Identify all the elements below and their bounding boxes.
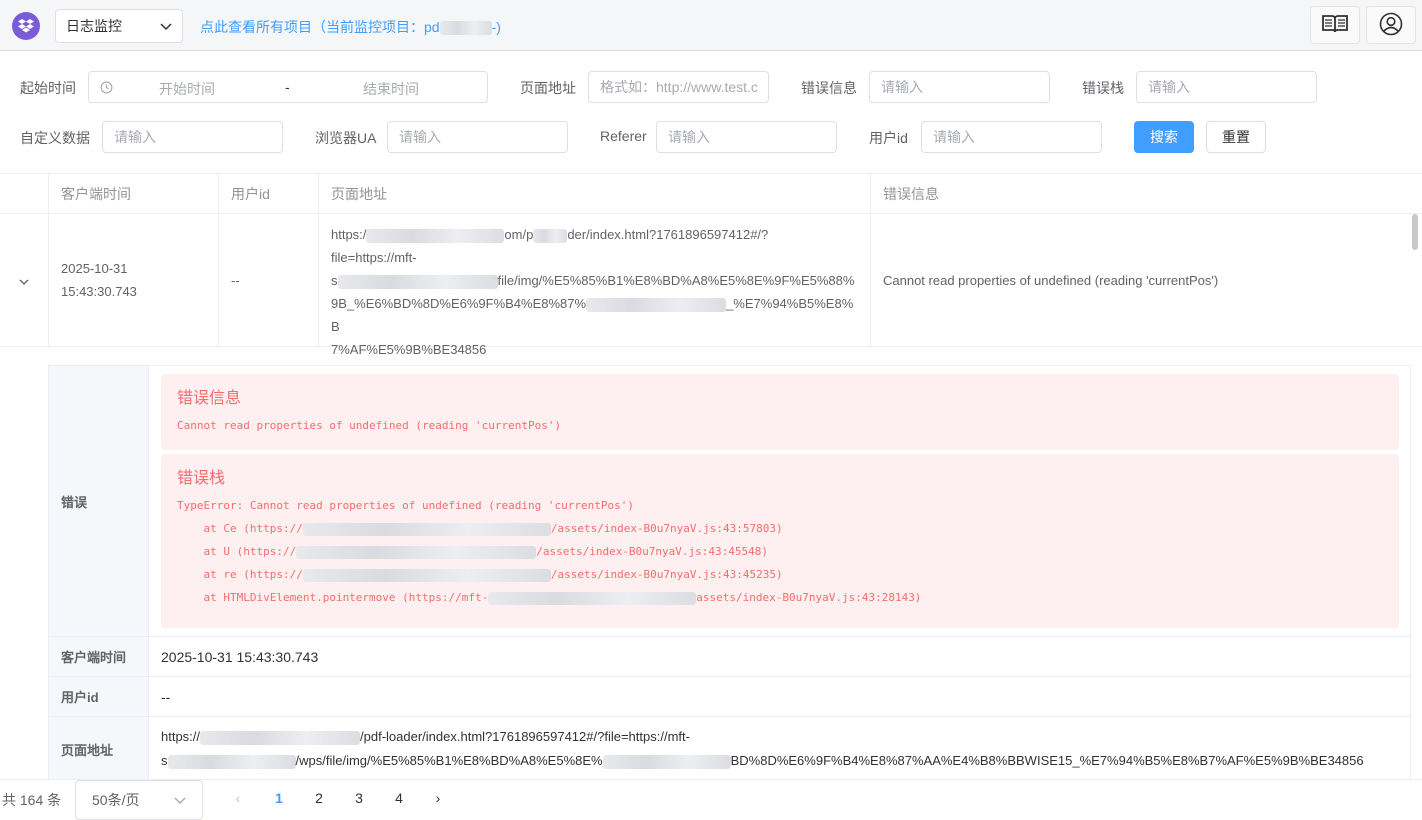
redacted-blur bbox=[586, 297, 727, 312]
detail-client-time-value: 2025-10-31 15:43:30.743 bbox=[149, 637, 1410, 677]
redacted-blur bbox=[439, 21, 492, 36]
detail-error-label: 错误 bbox=[49, 366, 149, 637]
expand-column-header bbox=[0, 174, 49, 214]
user-circle-icon bbox=[1379, 12, 1403, 39]
error-stack-label: 错误栈 bbox=[1082, 80, 1124, 96]
app-select[interactable]: 日志监控 bbox=[55, 9, 183, 43]
browser-ua-input[interactable]: 请输入 bbox=[387, 121, 568, 153]
custom-data-label: 自定义数据 bbox=[20, 130, 90, 146]
column-header-page-url[interactable]: 页面地址 bbox=[319, 174, 871, 214]
redacted-blur bbox=[200, 730, 361, 745]
error-info-title: 错误信息 bbox=[177, 390, 242, 407]
page-2-button[interactable]: 2 bbox=[307, 790, 331, 806]
referer-label: Referer bbox=[600, 128, 647, 144]
redacted-blur bbox=[488, 591, 697, 605]
redacted-blur bbox=[533, 228, 568, 243]
time-label: 起始时间 bbox=[20, 80, 76, 96]
table-row-error-info: Cannot read properties of undefined (rea… bbox=[871, 214, 1422, 347]
error-info-text: Cannot read properties of undefined (rea… bbox=[177, 419, 562, 432]
stack-line: at U (https:///assets/index-B0u7nyaV.js:… bbox=[177, 545, 769, 559]
page-3-button[interactable]: 3 bbox=[347, 790, 371, 806]
stack-line: at HTMLDivElement.pointermove (https://m… bbox=[177, 591, 922, 605]
error-info-label: 错误信息 bbox=[801, 80, 857, 96]
redacted-blur bbox=[337, 274, 498, 289]
user-id-input[interactable]: 请输入 bbox=[921, 121, 1102, 153]
expand-toggle[interactable] bbox=[0, 214, 49, 347]
page-1-button[interactable]: 1 bbox=[267, 790, 291, 806]
page-4-button[interactable]: 4 bbox=[387, 790, 411, 806]
error-stack-box: 错误栈 TypeError: Cannot read properties of… bbox=[161, 454, 1399, 628]
column-header-user-id[interactable]: 用户id bbox=[219, 174, 319, 214]
next-page-button[interactable]: › bbox=[426, 790, 450, 806]
pagination-total: 共 164 条 bbox=[2, 792, 62, 808]
app-select-value: 日志监控 bbox=[66, 18, 122, 34]
book-icon bbox=[1321, 14, 1349, 37]
redacted-blur bbox=[302, 522, 551, 536]
vertical-scrollbar[interactable] bbox=[1412, 214, 1418, 250]
table-row-client-time: 2025-10-31 15:43:30.743 bbox=[49, 214, 219, 347]
redacted-blur bbox=[602, 754, 731, 769]
user-button[interactable] bbox=[1366, 6, 1416, 44]
redacted-blur bbox=[366, 228, 505, 243]
detail-client-time-label: 客户端时间 bbox=[49, 637, 149, 677]
search-button[interactable]: 搜索 bbox=[1134, 121, 1194, 153]
date-range-picker[interactable]: 开始时间 - 结束时间 bbox=[88, 71, 488, 103]
table-row-page-url: https:/om/p der/index.html?1761896597412#… bbox=[319, 214, 871, 357]
clock-icon bbox=[100, 81, 113, 97]
log-table: 客户端时间 用户id 页面地址 错误信息 2025-10-31 15:43:30… bbox=[0, 173, 1422, 779]
prev-page-button[interactable]: ‹ bbox=[226, 790, 250, 806]
chevron-down-icon bbox=[19, 269, 29, 292]
page-url-input[interactable]: 格式如：http://www.test.c bbox=[588, 71, 769, 103]
detail-user-id-value: -- bbox=[149, 677, 1410, 717]
detail-page-url-value: https:///pdf-loader/index.html?176189659… bbox=[149, 717, 1410, 779]
redacted-blur bbox=[302, 568, 551, 582]
top-header: 日志监控 点此查看所有项目（当前监控项目：pd -) bbox=[0, 0, 1422, 51]
stack-line: TypeError: Cannot read properties of und… bbox=[177, 499, 634, 512]
range-separator: - bbox=[285, 79, 290, 95]
referer-input[interactable]: 请输入 bbox=[656, 121, 837, 153]
table-row-user-id: -- bbox=[219, 214, 319, 347]
error-info-input[interactable]: 请输入 bbox=[869, 71, 1050, 103]
reset-button[interactable]: 重置 bbox=[1206, 121, 1266, 153]
expanded-row-detail: 错误 错误信息 Cannot read properties of undefi… bbox=[48, 365, 1411, 779]
page-size-select[interactable]: 50条/页 bbox=[75, 780, 203, 820]
user-id-label: 用户id bbox=[869, 130, 908, 146]
stack-line: at Ce (https:///assets/index-B0u7nyaV.js… bbox=[177, 522, 783, 536]
error-stack-input[interactable]: 请输入 bbox=[1136, 71, 1317, 103]
start-time-input[interactable]: 开始时间 bbox=[159, 79, 215, 99]
dropbox-logo-icon[interactable] bbox=[12, 12, 40, 40]
custom-data-input[interactable]: 请输入 bbox=[102, 121, 283, 153]
chevron-down-icon bbox=[160, 18, 172, 34]
redacted-blur bbox=[167, 754, 296, 769]
all-projects-link[interactable]: 点此查看所有项目（当前监控项目：pd -) bbox=[200, 17, 501, 37]
stack-line: at re (https:///assets/index-B0u7nyaV.js… bbox=[177, 568, 783, 582]
docs-button[interactable] bbox=[1310, 6, 1360, 44]
error-stack-title: 错误栈 bbox=[177, 470, 226, 487]
redacted-blur bbox=[296, 545, 537, 559]
detail-page-url-label: 页面地址 bbox=[49, 717, 149, 779]
end-time-input[interactable]: 结束时间 bbox=[363, 79, 419, 99]
page-url-label: 页面地址 bbox=[520, 80, 576, 96]
chevron-down-icon bbox=[174, 792, 186, 808]
column-header-client-time[interactable]: 客户端时间 bbox=[49, 174, 219, 214]
column-header-error-info[interactable]: 错误信息 bbox=[871, 174, 1422, 214]
pagination-bar bbox=[0, 779, 1422, 820]
browser-ua-label: 浏览器UA bbox=[315, 130, 377, 146]
detail-user-id-label: 用户id bbox=[49, 677, 149, 717]
error-info-box: 错误信息 Cannot read properties of undefined… bbox=[161, 374, 1399, 450]
